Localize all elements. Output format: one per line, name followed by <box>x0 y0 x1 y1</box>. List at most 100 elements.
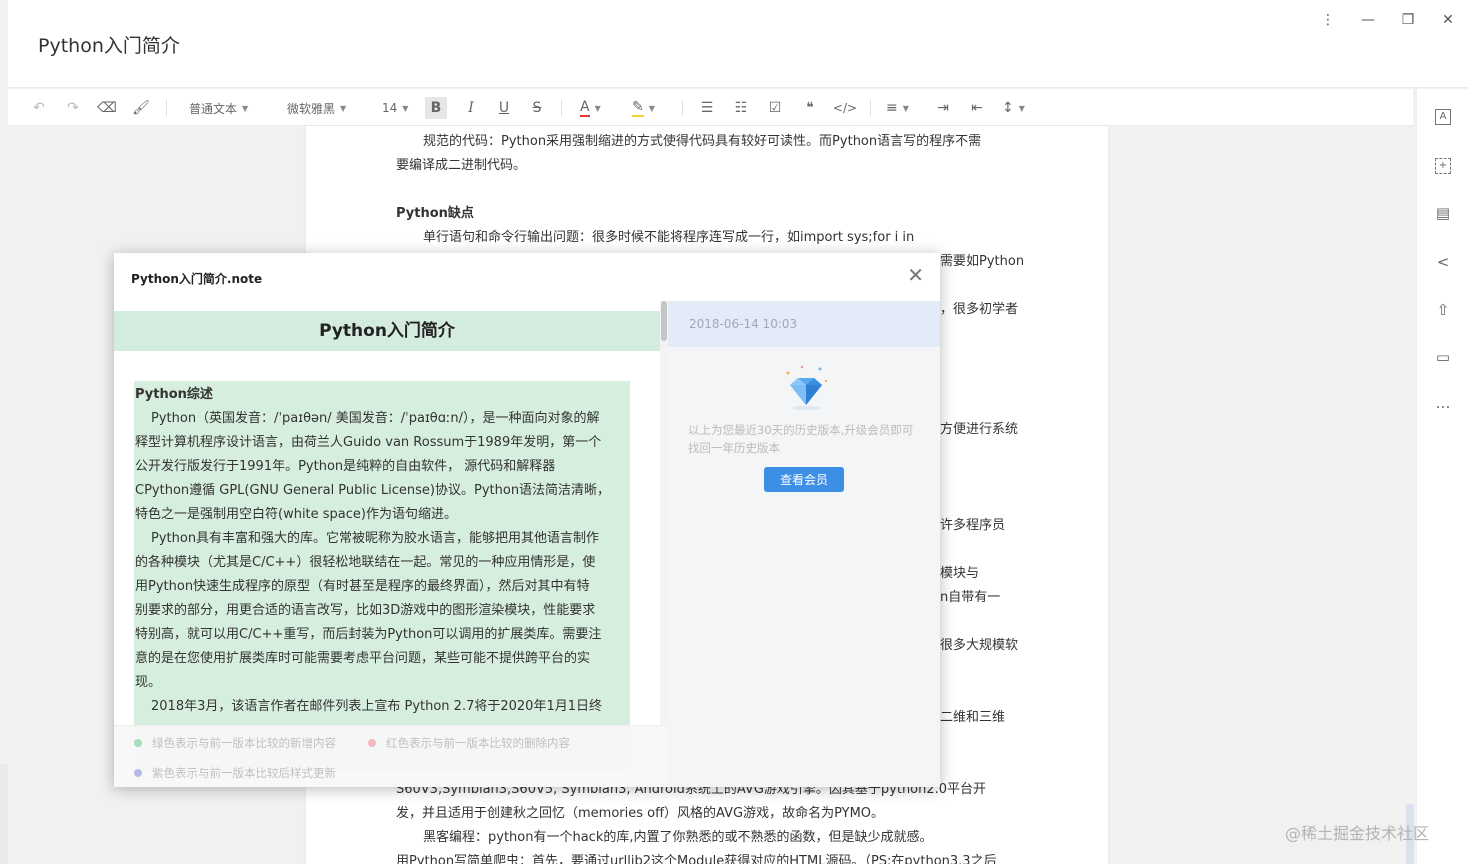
toolbar-divider <box>870 100 871 116</box>
preview-line: Python（英国发音：/ˈpaɪθən/ 美国发音：/ˈpaɪθɑːn/），是… <box>151 411 600 426</box>
red-dot-icon <box>368 739 376 747</box>
outline-icon[interactable]: ▤ <box>1433 204 1453 222</box>
legend-added: 绿色表示与前一版本比较的新增内容 <box>134 735 336 751</box>
line-height-icon: ↕ <box>1002 100 1014 116</box>
paragraph-line: 单行语句和命令行输出问题：很多时候不能将程序连写成一行，如import sys;… <box>423 230 915 245</box>
chevron-down-icon: ▼ <box>340 103 347 113</box>
font-color-icon: A <box>580 99 590 117</box>
paragraph-line: 要编译成二进制代码。 <box>396 158 527 173</box>
chevron-down-icon: ▼ <box>1018 103 1025 113</box>
outdent-icon[interactable]: ⇤ <box>968 97 986 119</box>
strikethrough-button[interactable]: S <box>528 97 546 119</box>
preview-heading: Python综述 <box>135 387 213 402</box>
comment-icon[interactable]: ▭ <box>1433 348 1453 366</box>
section-heading: Python缺点 <box>396 206 474 221</box>
italic-button[interactable]: I <box>462 97 480 119</box>
watermark: @稀土掘金技术社区 <box>1285 824 1430 843</box>
preview-scrollbar[interactable] <box>660 301 668 787</box>
close-window-icon[interactable]: ✕ <box>1428 6 1468 34</box>
align-dropdown[interactable]: ≡ ▼ <box>886 97 909 119</box>
close-icon[interactable]: ✕ <box>907 265 924 285</box>
paragraph-line: 模块与 <box>940 566 980 581</box>
highlight-icon: ✎ <box>632 99 644 117</box>
version-item-selected[interactable]: 2018-06-14 10:03 <box>668 301 940 347</box>
text-style-icon[interactable]: A <box>1435 109 1451 125</box>
legend-deleted-label: 红色表示与前一版本比较的删除内容 <box>386 736 570 750</box>
purple-dot-icon <box>134 769 142 777</box>
quote-icon[interactable]: ❝ <box>801 97 819 119</box>
insert-block-icon[interactable]: + <box>1435 158 1451 174</box>
export-icon[interactable]: ⇧ <box>1433 301 1453 319</box>
preview-line: 别要求的部分，用更合适的语言改写，比如3D游戏中的图形渲染模块，性能要求 <box>135 603 596 618</box>
bold-button[interactable]: B <box>425 97 447 119</box>
legend-added-label: 绿色表示与前一版本比较的新增内容 <box>152 736 336 750</box>
underline-button[interactable]: U <box>495 97 513 119</box>
undo-icon[interactable]: ↶ <box>30 97 48 119</box>
view-membership-button[interactable]: 查看会员 <box>764 467 844 492</box>
diff-legend: 绿色表示与前一版本比较的新增内容 红色表示与前一版本比较的删除内容 紫色表示与前… <box>114 725 668 787</box>
indent-icon[interactable]: ⇥ <box>934 97 952 119</box>
more-icon[interactable]: … <box>1433 394 1453 412</box>
green-dot-icon <box>134 739 142 747</box>
diamond-vip-icon <box>786 365 828 410</box>
preview-line: 现。 <box>135 675 162 690</box>
paragraph-line: 发，并且适用于创建秋之回忆（memories off）风格的AVG游戏，故命名为… <box>396 806 885 821</box>
right-sidebar: A + ▤ < ⇧ ▭ … <box>1416 89 1468 864</box>
paragraph-line: 用Python写简单爬虫：首先，要通过urllib2这个Module获得对应的H… <box>396 854 997 864</box>
paragraph-line: 很多大规模软 <box>940 638 1019 653</box>
toolbar-divider <box>166 100 167 116</box>
paragraph-line: 黑客编程：python有一个hack的库,内置了你熟悉的或不熟悉的函数，但是缺少… <box>423 830 933 845</box>
restore-icon[interactable]: ❐ <box>1388 6 1428 34</box>
line-height-dropdown[interactable]: ↕ ▼ <box>1002 97 1025 119</box>
preview-line: 的各种模块（尤其是C/C++）很轻松地联结在一起。常见的一种应用情形是，使 <box>135 555 596 570</box>
title-bar: Python入门简介 ⋮ — ❐ ✕ <box>8 0 1468 88</box>
preview-line: 特色之一是强制用空白符(white space)作为语句缩进。 <box>135 507 457 522</box>
paragraph-line: ，很多初学者 <box>940 302 1019 317</box>
font-color-button[interactable]: A ▼ <box>580 97 601 119</box>
document-title[interactable]: Python入门简介 <box>38 31 180 58</box>
chevron-down-icon: ▼ <box>902 103 909 113</box>
paragraph-line: 方便进行系统 <box>940 422 1019 437</box>
paragraph-line: 二维和三维 <box>940 710 1006 725</box>
preview-line: 意的是在您使用扩展类库时可能需要考虑平台问题，某些可能不提供跨平台的实 <box>135 651 591 666</box>
more-menu-icon[interactable]: ⋮ <box>1308 6 1348 34</box>
preview-line: 用Python快速生成程序的原型（有时甚至是程序的最终界面），然后对其中有特 <box>135 579 590 594</box>
legend-deleted: 红色表示与前一版本比较的删除内容 <box>368 735 570 751</box>
dialog-title: Python入门简介.note <box>131 272 263 286</box>
clear-format-icon[interactable]: ⌫ <box>97 97 117 119</box>
format-painter-icon[interactable]: 🖌 <box>132 97 150 119</box>
preview-doc-title: Python入门简介 <box>114 311 660 351</box>
font-size-dropdown[interactable]: 14 ▼ <box>382 97 408 119</box>
preview-line: 释型计算机程序设计语言，由荷兰人Guido van Rossum于1989年发明… <box>135 435 602 450</box>
paragraph-line: 规范的代码：Python采用强制缩进的方式使得代码具有较好可读性。而Python… <box>423 134 982 149</box>
code-icon[interactable]: </> <box>833 97 857 119</box>
paragraph-style-label: 普通文本 <box>189 101 238 116</box>
history-notice: 以上为您最近30天的历史版本,升级会员即可找回一年历史版本 <box>688 423 914 455</box>
highlight-button[interactable]: ✎ ▼ <box>632 97 655 119</box>
preview-scroll-thumb[interactable] <box>661 301 667 341</box>
ordered-list-icon[interactable]: ☷ <box>732 97 750 119</box>
chevron-down-icon: ▼ <box>594 103 601 113</box>
checkbox-icon[interactable]: ☑ <box>766 97 784 119</box>
legend-restyled-label: 紫色表示与前一版本比较后样式更新 <box>152 766 336 780</box>
version-preview-pane[interactable]: Python入门简介 Python综述 Python（英国发音：/ˈpaɪθən… <box>114 301 668 787</box>
legend-restyled: 紫色表示与前一版本比较后样式更新 <box>134 765 336 781</box>
align-left-icon: ≡ <box>886 100 898 116</box>
left-scroll-track[interactable] <box>0 764 8 864</box>
preview-line: 特别高，就可以用C/C++重写，而后封装为Python可以调用的扩展类库。需要注 <box>135 627 602 642</box>
version-date: 2018-06-14 10:03 <box>689 317 798 331</box>
minimize-icon[interactable]: — <box>1348 6 1388 34</box>
paragraph-style-dropdown[interactable]: 普通文本 ▼ <box>189 97 248 119</box>
editor-app: Python入门简介 ⋮ — ❐ ✕ ↶ ↷ ⌫ 🖌 普通文本 ▼ 微软雅黑 ▼ 1… <box>0 0 1468 864</box>
redo-icon[interactable]: ↷ <box>64 97 82 119</box>
paragraph-line: 许多程序员 <box>940 518 1006 533</box>
share-icon[interactable]: < <box>1433 253 1453 271</box>
font-size-label: 14 <box>382 101 398 115</box>
font-family-dropdown[interactable]: 微软雅黑 ▼ <box>287 97 346 119</box>
bullet-list-icon[interactable]: ☰ <box>698 97 716 119</box>
dialog-header: Python入门简介.note ✕ <box>114 253 940 301</box>
preview-line: 公开发行版发行于1991年。Python是纯粹的自由软件， 源代码和解释器 <box>135 459 556 474</box>
format-toolbar: ↶ ↷ ⌫ 🖌 普通文本 ▼ 微软雅黑 ▼ 14 ▼ B I U S A ▼ ✎ ▼ ☰ … <box>8 89 1413 126</box>
window-controls: ⋮ — ❐ ✕ <box>1308 6 1468 34</box>
version-list-pane: 2018-06-14 10:03 以上为您最近30天的历史版本,升级会员即可找回… <box>668 301 940 787</box>
